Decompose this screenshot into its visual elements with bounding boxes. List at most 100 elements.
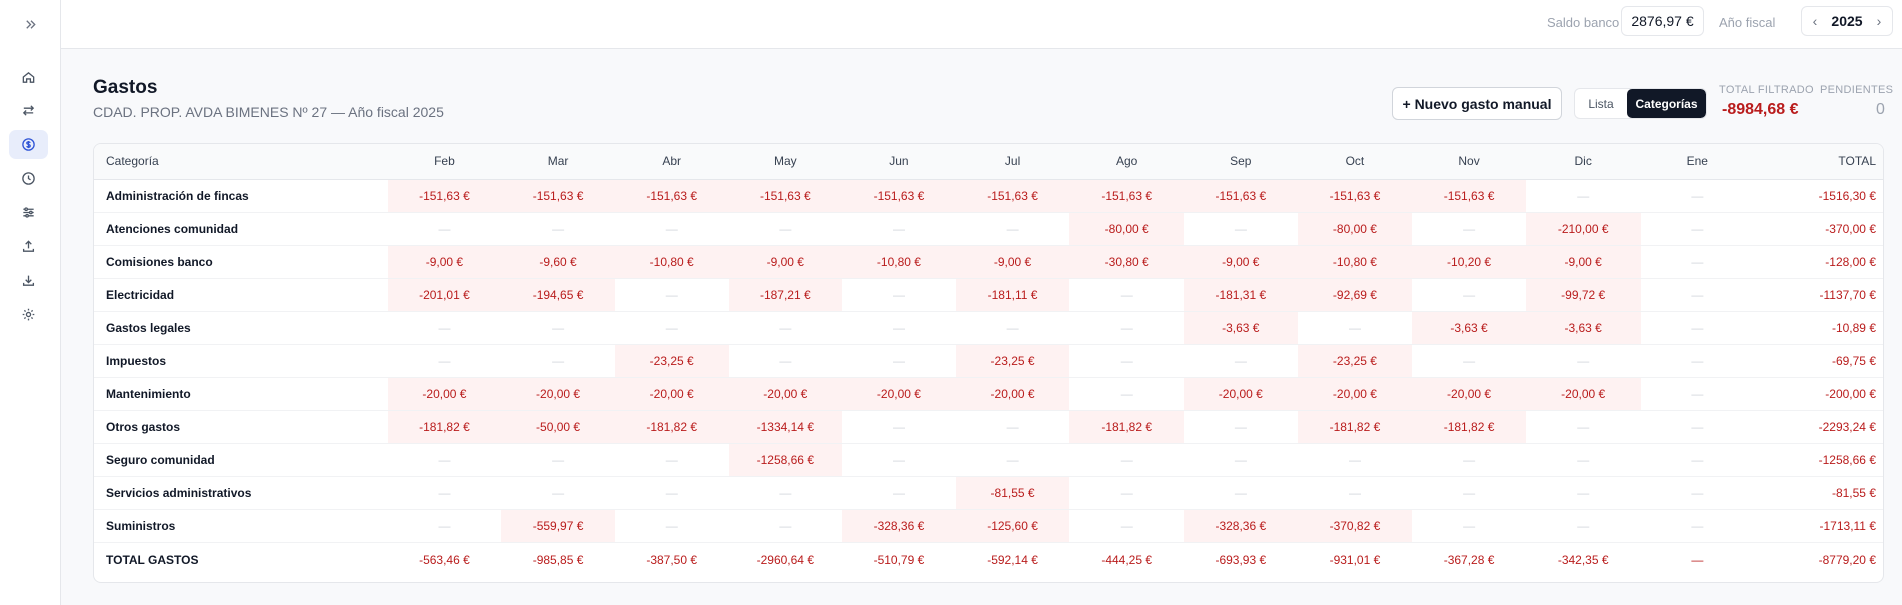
- next-year-icon[interactable]: ›: [1872, 13, 1886, 29]
- month-amount: —: [1069, 344, 1184, 378]
- month-amount: —: [614, 311, 729, 345]
- fiscal-year-label: Año fiscal: [1719, 15, 1776, 30]
- fiscal-year-value: 2025: [1831, 13, 1863, 29]
- month-amount: -81,55 €: [955, 476, 1070, 510]
- row-total: -370,00 €: [1754, 212, 1883, 246]
- home-icon[interactable]: [9, 63, 48, 92]
- row-total: -200,00 €: [1754, 377, 1883, 411]
- expand-sidebar-icon[interactable]: [18, 12, 42, 36]
- month-amount: —: [387, 311, 502, 345]
- month-total: -367,28 €: [1412, 541, 1526, 578]
- month-amount: -194,65 €: [501, 278, 615, 312]
- gear-icon[interactable]: [9, 300, 48, 329]
- month-amount: -210,00 €: [1525, 212, 1641, 246]
- month-amount: —: [842, 476, 956, 510]
- month-amount: -9,00 €: [1184, 245, 1298, 279]
- table-header: Categoría Feb Mar Abr May Jun Jul Ago Sep Oct Nov D…: [94, 144, 1883, 180]
- month-amount: —: [1525, 509, 1641, 543]
- table-row: Impuestos — — -23,25 € — — -23,25 € — — -23,25 € —…: [94, 344, 1883, 378]
- month-amount: —: [501, 443, 615, 477]
- month-amount: —: [501, 311, 615, 345]
- month-amount: -181,82 €: [1412, 410, 1526, 444]
- previous-year-icon[interactable]: ‹: [1808, 13, 1822, 29]
- month-amount: -20,00 €: [1184, 377, 1298, 411]
- upload-icon[interactable]: [9, 232, 48, 261]
- month-amount: —: [501, 344, 615, 378]
- row-total: -1516,30 €: [1754, 179, 1883, 213]
- row-total: -2293,24 €: [1754, 410, 1883, 444]
- month-amount: -151,63 €: [614, 179, 729, 213]
- month-total: -931,01 €: [1297, 541, 1413, 578]
- month-amount: -370,82 €: [1297, 509, 1413, 543]
- month-amount: -3,63 €: [1184, 311, 1298, 345]
- month-amount: —: [955, 410, 1070, 444]
- month-amount: -99,72 €: [1525, 278, 1641, 312]
- month-amount: —: [842, 443, 956, 477]
- category-name: Impuestos: [94, 344, 388, 378]
- column-header-month: Feb: [387, 144, 502, 180]
- month-amount: -181,82 €: [614, 410, 729, 444]
- month-amount: —: [387, 443, 502, 477]
- month-amount: -201,01 €: [387, 278, 502, 312]
- month-amount: —: [614, 476, 729, 510]
- month-total: -2960,64 €: [728, 541, 843, 578]
- transfer-icon[interactable]: [9, 96, 48, 125]
- month-amount: —: [1640, 476, 1755, 510]
- sliders-icon[interactable]: [9, 198, 48, 227]
- month-amount: -20,00 €: [728, 377, 843, 411]
- category-name: Electricidad: [94, 278, 388, 312]
- month-amount: —: [1640, 377, 1755, 411]
- table-row: Gastos legales — — — — — — — -3,63 € — -3,63 € -3,6…: [94, 311, 1883, 345]
- month-amount: -3,63 €: [1525, 311, 1641, 345]
- pending-value: 0: [1876, 101, 1885, 118]
- column-header-total: TOTAL: [1754, 144, 1883, 180]
- column-header-month: Oct: [1297, 144, 1413, 180]
- view-list-button[interactable]: Lista: [1575, 89, 1627, 118]
- download-icon[interactable]: [9, 266, 48, 295]
- expenses-table: Categoría Feb Mar Abr May Jun Jul Ago Sep Oct Nov D…: [93, 143, 1884, 583]
- month-amount: —: [728, 509, 843, 543]
- month-amount: —: [387, 212, 502, 246]
- row-total: -1713,11 €: [1754, 509, 1883, 543]
- month-amount: —: [1069, 278, 1184, 312]
- category-name: Seguro comunidad: [94, 443, 388, 477]
- month-amount: -20,00 €: [1525, 377, 1641, 411]
- month-amount: -23,25 €: [955, 344, 1070, 378]
- column-header-month: Abr: [614, 144, 729, 180]
- month-amount: —: [1640, 245, 1755, 279]
- table-row: Atenciones comunidad — — — — — — -80,00 € — -80,0…: [94, 212, 1883, 246]
- month-amount: -9,00 €: [387, 245, 502, 279]
- column-header-month: Ene: [1640, 144, 1755, 180]
- dollar-icon[interactable]: [9, 130, 48, 159]
- month-amount: —: [614, 278, 729, 312]
- view-categories-button[interactable]: Categorías: [1627, 89, 1706, 118]
- table-row: Servicios administrativos — — — — — -81,55 € — —…: [94, 476, 1883, 510]
- month-amount: —: [1069, 476, 1184, 510]
- month-total: -985,85 €: [501, 541, 615, 578]
- month-amount: —: [501, 212, 615, 246]
- month-amount: —: [1069, 311, 1184, 345]
- month-amount: -9,00 €: [728, 245, 843, 279]
- month-amount: -187,21 €: [728, 278, 843, 312]
- month-amount: -125,60 €: [955, 509, 1070, 543]
- table-row: Suministros — -559,97 € — — -328,36 € -125,60 …: [94, 509, 1883, 543]
- month-amount: —: [1412, 509, 1526, 543]
- bank-balance-label: Saldo banco: [1547, 15, 1620, 30]
- category-name: Atenciones comunidad: [94, 212, 388, 246]
- month-amount: -181,82 €: [1297, 410, 1413, 444]
- month-amount: —: [501, 476, 615, 510]
- month-amount: —: [1184, 344, 1298, 378]
- month-amount: —: [1069, 509, 1184, 543]
- month-amount: —: [728, 476, 843, 510]
- month-amount: —: [1297, 443, 1413, 477]
- month-amount: —: [1412, 476, 1526, 510]
- new-manual-expense-button[interactable]: + Nuevo gasto manual: [1392, 87, 1562, 120]
- month-amount: -181,11 €: [955, 278, 1070, 312]
- month-amount: —: [1640, 212, 1755, 246]
- month-amount: —: [955, 212, 1070, 246]
- clock-icon[interactable]: [9, 164, 48, 193]
- month-amount: —: [728, 344, 843, 378]
- column-header-month: Jul: [955, 144, 1070, 180]
- fiscal-year-selector: ‹ 2025 ›: [1801, 6, 1893, 36]
- row-total: -128,00 €: [1754, 245, 1883, 279]
